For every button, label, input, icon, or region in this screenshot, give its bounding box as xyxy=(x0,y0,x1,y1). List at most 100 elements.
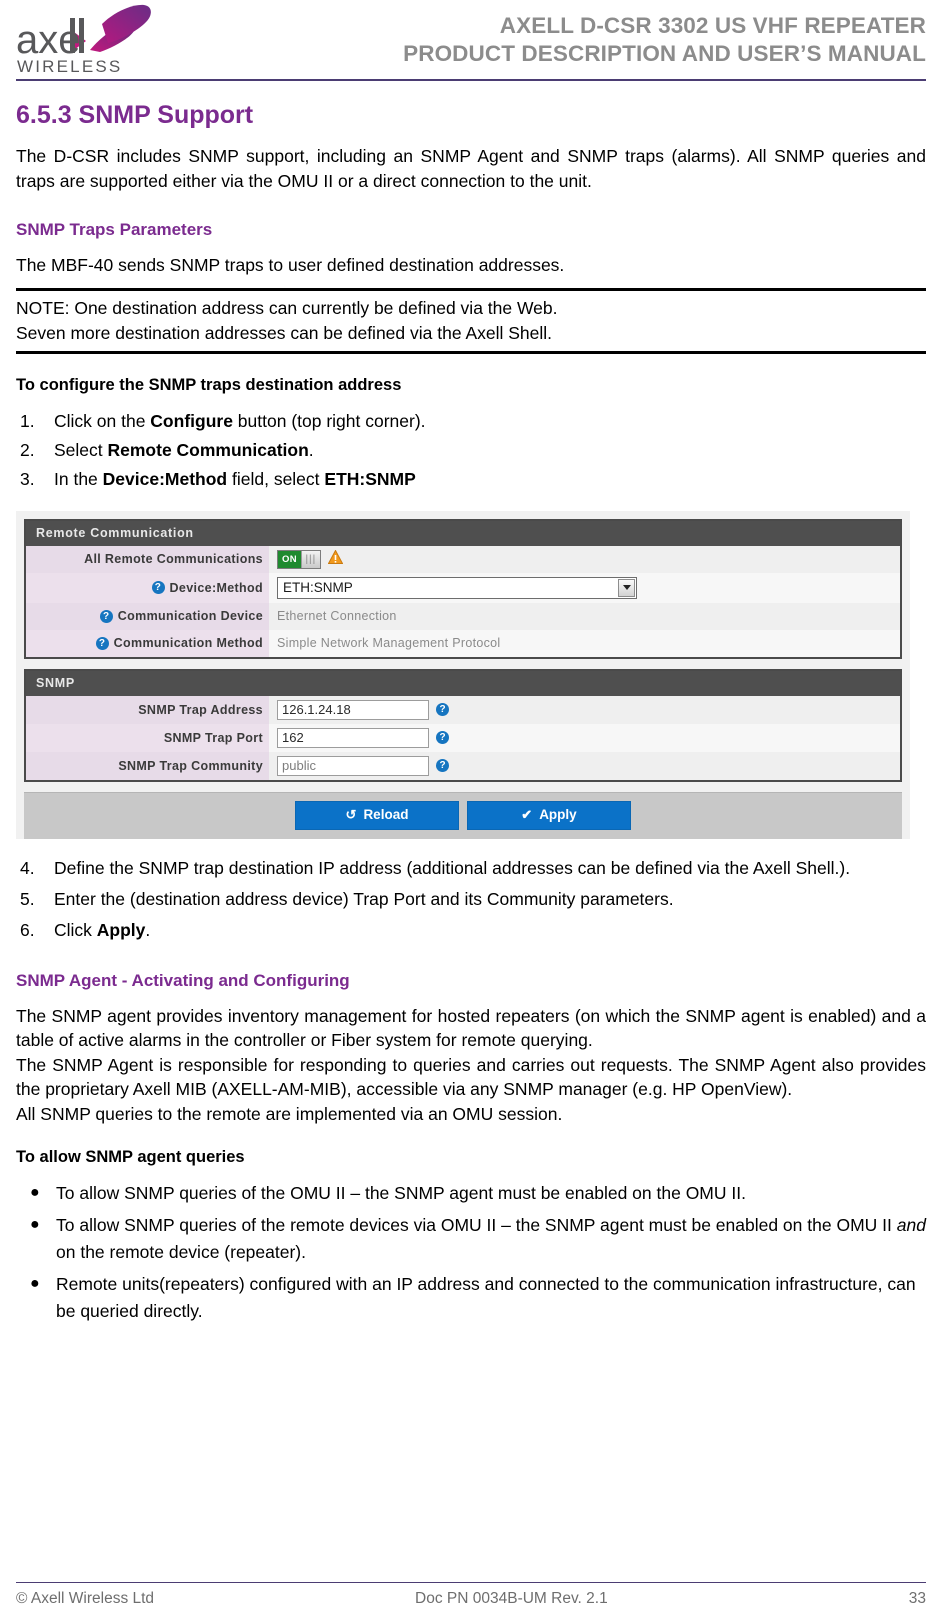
all-remote-communications-toggle[interactable]: ON ||| xyxy=(277,549,321,569)
step-text-pre: Click on the xyxy=(54,410,151,431)
step-number: 5. xyxy=(20,888,35,909)
help-icon[interactable]: ? xyxy=(99,609,113,623)
value-all-remote-communications: ON ||| xyxy=(269,545,900,573)
help-icon[interactable]: ? xyxy=(436,759,449,772)
device-method-select[interactable]: ETH:SNMP xyxy=(277,576,637,599)
value-communication-method: Simple Network Management Protocol xyxy=(269,629,900,657)
svg-text:WIRELESS: WIRELESS xyxy=(17,57,122,76)
ui-button-bar: ↺ Reload ✔ Apply xyxy=(24,791,902,839)
label-communication-method-text: Communication Method xyxy=(113,636,263,650)
list-item: 5. Enter the (destination address device)… xyxy=(16,886,926,913)
allow-queries-heading: To allow SNMP agent queries xyxy=(16,1148,245,1166)
list-item: 6. Click Apply. xyxy=(16,917,926,944)
header-title-line-1: AXELL D-CSR 3302 US VHF REPEATER xyxy=(499,13,926,38)
row-communication-method: ? Communication Method Simple Network Ma… xyxy=(26,629,900,657)
list-item: ● To allow SNMP queries of the remote dev… xyxy=(16,1212,926,1266)
snmp-agent-heading: SNMP Agent - Activating and Configuring xyxy=(16,970,350,990)
snmp-trap-community-input[interactable]: public xyxy=(277,755,429,776)
row-all-remote-communications: All Remote Communications ON ||| xyxy=(26,545,900,573)
reload-icon: ↺ xyxy=(345,806,357,822)
bullet-icon: ● xyxy=(30,1216,40,1233)
snmp-panel: SNMP SNMP Trap Address 126.1.24.18 ? SNM… xyxy=(24,668,902,782)
bullet-icon: ● xyxy=(30,1184,40,1201)
header-title-line-2: PRODUCT DESCRIPTION AND USER’S MANUAL xyxy=(403,41,926,66)
snmp-agent-paragraph-2: The SNMP Agent is responsible for respon… xyxy=(16,1054,926,1100)
step-number: 6. xyxy=(20,919,35,940)
toggle-knob: ||| xyxy=(300,550,320,568)
page-footer: © Axell Wireless Ltd Doc PN 0034B-UM Rev… xyxy=(16,1582,926,1608)
apply-button[interactable]: ✔ Apply xyxy=(467,800,631,830)
bullet-text: To allow SNMP queries of the OMU II – th… xyxy=(56,1183,746,1203)
step-text-bold: Remote Communication xyxy=(107,439,309,460)
label-device-method-text: Device:Method xyxy=(169,580,263,595)
header-title-block: AXELL D-CSR 3302 US VHF REPEATER PRODUCT… xyxy=(403,12,926,68)
footer-divider xyxy=(16,1582,926,1583)
step-text-post: button (top right corner). xyxy=(232,410,426,431)
procedure-steps-list-continued: 4. Define the SNMP trap destination IP ad… xyxy=(16,855,926,944)
help-icon[interactable]: ? xyxy=(436,703,449,716)
step-number: 3. xyxy=(20,468,35,489)
snmp-panel-title: SNMP xyxy=(26,670,900,696)
device-method-selected-value: ETH:SNMP xyxy=(283,580,353,595)
chevron-down-icon[interactable] xyxy=(618,578,635,597)
axell-wireless-logo: axe WIRELESS xyxy=(16,2,186,78)
warning-triangle-icon xyxy=(327,548,344,569)
check-icon: ✔ xyxy=(521,806,533,822)
remote-communication-panel: Remote Communication All Remote Communic… xyxy=(24,518,902,659)
help-icon[interactable]: ? xyxy=(151,581,165,594)
reload-button-label: Reload xyxy=(363,807,409,822)
footer-doc-reference: Doc PN 0034B-UM Rev. 2.1 xyxy=(415,1590,608,1607)
footer-row: © Axell Wireless Ltd Doc PN 0034B-UM Rev… xyxy=(16,1590,926,1608)
snmp-trap-port-input[interactable]: 162 xyxy=(277,727,429,748)
note-line-2: Seven more destination addresses can be … xyxy=(16,322,553,343)
procedure-heading: To configure the SNMP traps destination … xyxy=(16,375,402,394)
step-text-post: . xyxy=(145,919,151,940)
embedded-ui-screenshot: Remote Communication All Remote Communic… xyxy=(16,510,910,839)
row-communication-device: ? Communication Device Ethernet Connecti… xyxy=(26,602,900,630)
reload-button[interactable]: ↺ Reload xyxy=(295,800,459,830)
step-text-bold: Configure xyxy=(150,410,233,431)
bullet-icon: ● xyxy=(30,1275,40,1292)
communication-method-value: Simple Network Management Protocol xyxy=(277,636,501,650)
allow-queries-bullet-list: ● To allow SNMP queries of the OMU II – t… xyxy=(16,1180,926,1325)
step-number: 1. xyxy=(20,410,35,431)
list-item: 4. Define the SNMP trap destination IP ad… xyxy=(16,855,926,882)
step-text-post: . xyxy=(308,439,314,460)
snmp-agent-paragraph-1: The SNMP agent provides inventory manage… xyxy=(16,1005,926,1051)
step-text-bold: Device:Method xyxy=(102,468,228,489)
row-snmp-trap-community: SNMP Trap Community public ? xyxy=(26,751,900,780)
list-item: ● Remote units(repeaters) configured with… xyxy=(16,1271,926,1325)
step-text-pre: In the xyxy=(54,468,103,489)
label-communication-device-text: Communication Device xyxy=(117,609,263,623)
snmp-trap-address-input[interactable]: 126.1.24.18 xyxy=(277,699,429,720)
step-text-bold: Apply xyxy=(96,919,146,940)
page-number: 33 xyxy=(908,1590,926,1607)
bullet-text-pre: To allow SNMP queries of the remote devi… xyxy=(56,1215,897,1235)
step-text-pre: Select xyxy=(54,439,108,460)
help-icon[interactable]: ? xyxy=(436,731,449,744)
main-content: 6.5.3 SNMP Support The D-CSR includes SN… xyxy=(16,78,926,1325)
step-text-mid: field, select xyxy=(227,468,325,489)
step-text-pre: Click xyxy=(54,919,97,940)
step-text-bold-2: ETH:SNMP xyxy=(324,468,416,489)
value-snmp-trap-port: 162 ? xyxy=(269,723,900,752)
procedure-steps-list: 1. Click on the Configure button (top rig… xyxy=(16,408,926,493)
section-intro-paragraph: The D-CSR includes SNMP support, includi… xyxy=(16,146,926,191)
label-communication-method: ? Communication Method xyxy=(26,629,269,657)
snmp-traps-parameters-heading: SNMP Traps Parameters xyxy=(16,220,213,239)
row-device-method: ? Device:Method ETH:SNMP xyxy=(26,572,900,603)
list-item: ● To allow SNMP queries of the OMU II – t… xyxy=(16,1180,926,1207)
list-item: 2. Select Remote Communication. xyxy=(16,437,926,464)
communication-device-value: Ethernet Connection xyxy=(277,609,397,623)
remote-communication-panel-title: Remote Communication xyxy=(26,520,900,546)
section-heading: 6.5.3 SNMP Support xyxy=(16,101,254,129)
label-communication-device: ? Communication Device xyxy=(26,602,269,630)
help-icon[interactable]: ? xyxy=(95,636,109,650)
step-text: Define the SNMP trap destination IP addr… xyxy=(54,857,851,878)
snmp-agent-paragraph-3: All SNMP queries to the remote are imple… xyxy=(16,1103,563,1124)
note-box: NOTE: One destination address can curren… xyxy=(16,287,926,354)
label-snmp-trap-address: SNMP Trap Address xyxy=(26,695,269,724)
toggle-on-label: ON xyxy=(278,550,301,568)
document-page: axe WIRELESS AXELL D-CSR 3302 US VHF REP… xyxy=(0,0,942,1614)
note-line-1: NOTE: One destination address can curren… xyxy=(16,297,558,318)
